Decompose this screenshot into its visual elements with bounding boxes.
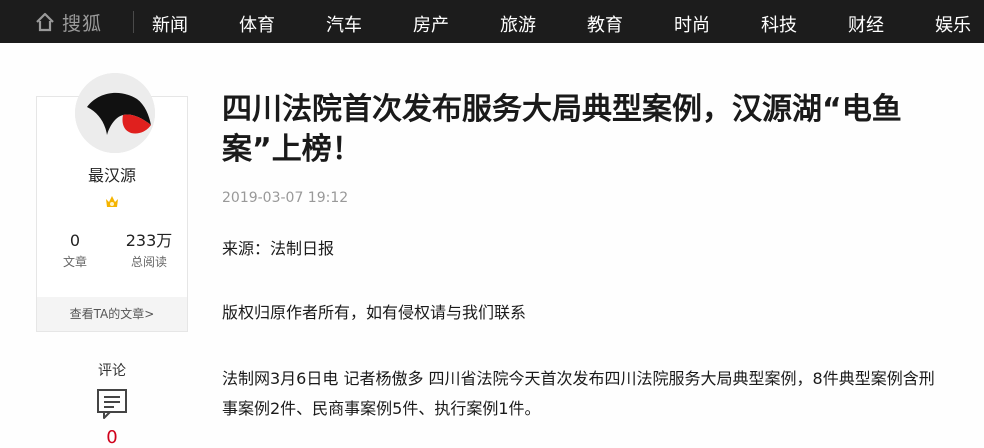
comment-label: 评论 [98,363,126,379]
verified-badge-icon [106,196,118,207]
articles-label: 文章 [62,255,87,269]
nav-item-realestate[interactable]: 房产 [413,11,449,37]
nav-item-travel[interactable]: 旅游 [500,11,536,37]
reads-count: 233万 [125,231,173,250]
article-source: 来源：法制日报 [222,239,335,258]
publish-date: 2019-03-07 19:12 [222,190,349,206]
nav-item-finance[interactable]: 财经 [848,11,884,37]
avatar-logo-image [75,73,155,153]
view-author-articles-link[interactable]: 查看TA的文章> [37,297,187,331]
comment-icon[interactable] [96,388,128,420]
articles-count: 0 [69,231,81,250]
nav-item-fashion[interactable]: 时尚 [674,11,710,37]
reads-stat: 233万 总阅读 [119,232,179,270]
copyright-notice: 版权归原作者所有，如有侵权请与我们联系 [222,303,527,322]
nav-item-auto[interactable]: 汽车 [326,11,362,37]
nav-item-tech[interactable]: 科技 [761,11,797,37]
nav-item-entertainment[interactable]: 娱乐 [935,11,971,37]
channel-nav: 新闻 体育 汽车 房产 旅游 教育 时尚 科技 财经 娱乐 [0,0,984,43]
comment-count[interactable]: 0 [36,428,188,448]
article-title: 四川法院首次发布服务大局典型案例，汉源湖“电鱼案”上榜！ [222,92,902,167]
nav-item-education[interactable]: 教育 [587,11,623,37]
article-lead-paragraph: 法制网3月6日电 记者杨傲多 四川省法院今天首次发布四川法院服务大局典型案例，8… [222,369,935,418]
author-name[interactable]: 最汉源 [36,162,188,186]
top-navigation-bar: 搜狐 新闻 体育 汽车 房产 旅游 教育 时尚 科技 财经 娱乐 [0,0,984,43]
author-avatar[interactable] [75,73,155,153]
nav-item-news[interactable]: 新闻 [152,11,188,37]
reads-label: 总阅读 [130,255,167,269]
nav-item-sports[interactable]: 体育 [239,11,275,37]
articles-stat: 0 文章 [45,232,105,270]
